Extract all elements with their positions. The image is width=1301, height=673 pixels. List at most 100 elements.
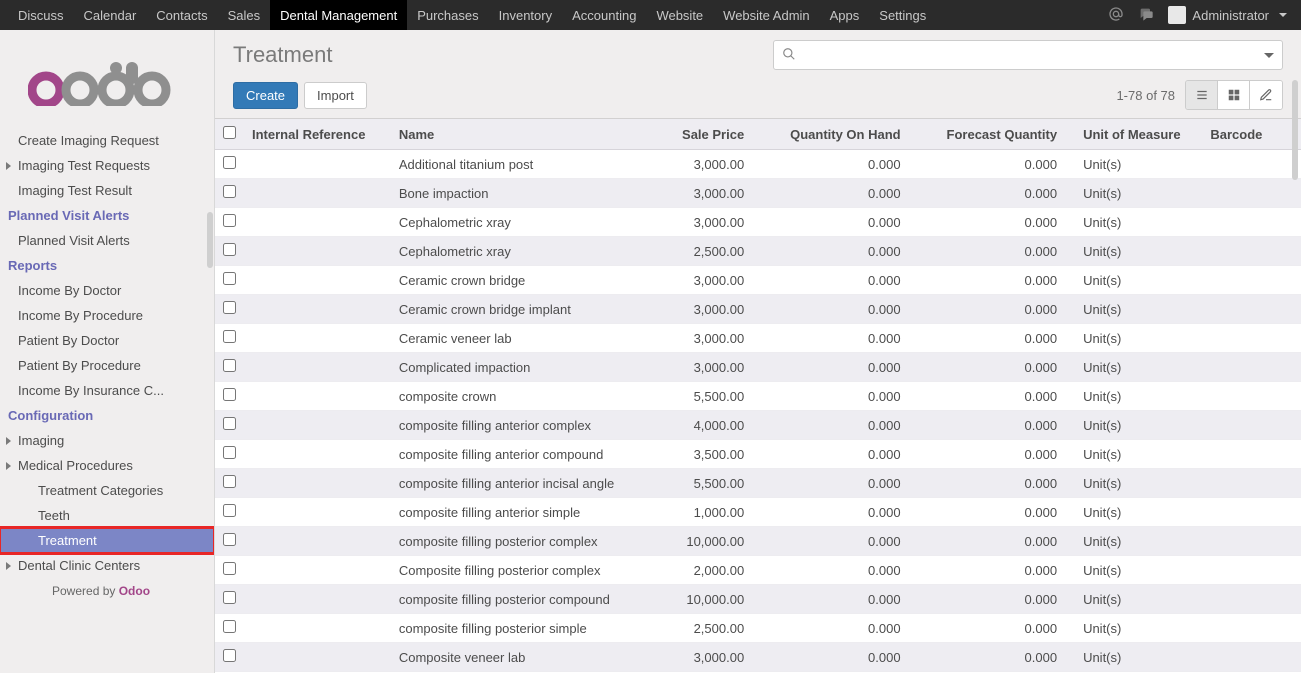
cell-sale-price: 3,000.00 [634, 643, 762, 672]
search-input[interactable] [773, 40, 1283, 70]
topmenu-inventory[interactable]: Inventory [489, 0, 562, 30]
table-row[interactable]: Ceramic crown bridge3,000.000.0000.000Un… [215, 266, 1301, 295]
sidebar-item-create-imaging-request[interactable]: Create Imaging Request [0, 128, 214, 153]
table-row[interactable]: composite filling anterior incisal angle… [215, 469, 1301, 498]
sidebar-item-medical-procedures[interactable]: Medical Procedures [0, 453, 214, 478]
table-row[interactable]: composite filling posterior simple2,500.… [215, 614, 1301, 643]
table-row[interactable]: composite filling anterior compound3,500… [215, 440, 1301, 469]
table-row[interactable]: Composite filling posterior complex2,000… [215, 556, 1301, 585]
search-caret-icon[interactable] [1264, 53, 1274, 58]
row-checkbox[interactable] [223, 214, 236, 227]
row-checkbox[interactable] [223, 446, 236, 459]
row-checkbox[interactable] [223, 272, 236, 285]
row-checkbox[interactable] [223, 504, 236, 517]
table-row[interactable]: Ceramic veneer lab3,000.000.0000.000Unit… [215, 324, 1301, 353]
treatment-table: Internal Reference Name Sale Price Quant… [215, 119, 1301, 672]
table-row[interactable]: composite filling posterior compound10,0… [215, 585, 1301, 614]
row-checkbox[interactable] [223, 301, 236, 314]
row-checkbox[interactable] [223, 330, 236, 343]
col-internal-reference[interactable]: Internal Reference [244, 119, 391, 150]
topmenu-purchases[interactable]: Purchases [407, 0, 488, 30]
cell-uom: Unit(s) [1075, 643, 1202, 672]
topmenu-contacts[interactable]: Contacts [146, 0, 217, 30]
cell-uom: Unit(s) [1075, 179, 1202, 208]
sidebar-item-patient-by-doctor[interactable]: Patient By Doctor [0, 328, 214, 353]
cell-name: Composite filling posterior complex [391, 556, 634, 585]
table-row[interactable]: Bone impaction3,000.000.0000.000Unit(s) [215, 179, 1301, 208]
table-row[interactable]: composite filling posterior complex10,00… [215, 527, 1301, 556]
cell-barcode [1202, 614, 1301, 643]
select-all-checkbox[interactable] [223, 126, 236, 139]
create-button[interactable]: Create [233, 82, 298, 109]
row-checkbox[interactable] [223, 243, 236, 256]
cell-uom: Unit(s) [1075, 237, 1202, 266]
cell-name: composite filling posterior compound [391, 585, 634, 614]
sidebar-item-patient-by-procedure[interactable]: Patient By Procedure [0, 353, 214, 378]
row-checkbox[interactable] [223, 591, 236, 604]
form-view-button[interactable] [1250, 81, 1282, 109]
sidebar-item-income-by-doctor[interactable]: Income By Doctor [0, 278, 214, 303]
topmenu-apps[interactable]: Apps [820, 0, 870, 30]
cell-internal-reference [244, 237, 391, 266]
topmenu-calendar[interactable]: Calendar [74, 0, 147, 30]
row-checkbox[interactable] [223, 417, 236, 430]
col-sale-price[interactable]: Sale Price [634, 119, 762, 150]
sidebar-item-income-by-insurance-c-[interactable]: Income By Insurance C... [0, 378, 214, 403]
sidebar-item-imaging[interactable]: Imaging [0, 428, 214, 453]
row-checkbox[interactable] [223, 533, 236, 546]
cell-name: composite filling posterior complex [391, 527, 634, 556]
chat-icon[interactable] [1138, 6, 1154, 25]
row-checkbox[interactable] [223, 562, 236, 575]
col-qty-on-hand[interactable]: Quantity On Hand [762, 119, 918, 150]
search-field[interactable] [802, 48, 1264, 63]
sidebar-item-dental-clinic-centers[interactable]: Dental Clinic Centers [0, 553, 214, 578]
row-checkbox[interactable] [223, 620, 236, 633]
cell-internal-reference [244, 295, 391, 324]
sidebar-item-planned-visit-alerts: Planned Visit Alerts [0, 203, 214, 228]
table-row[interactable]: Ceramic crown bridge implant3,000.000.00… [215, 295, 1301, 324]
topmenu-sales[interactable]: Sales [218, 0, 271, 30]
topmenu-settings[interactable]: Settings [869, 0, 936, 30]
row-checkbox[interactable] [223, 185, 236, 198]
table-row[interactable]: Complicated impaction3,000.000.0000.000U… [215, 353, 1301, 382]
topmenu-website-admin[interactable]: Website Admin [713, 0, 819, 30]
row-checkbox[interactable] [223, 475, 236, 488]
row-checkbox[interactable] [223, 388, 236, 401]
user-menu[interactable]: Administrator [1168, 6, 1287, 24]
sidebar-item-teeth[interactable]: Teeth [0, 503, 214, 528]
topmenu-dental-management[interactable]: Dental Management [270, 0, 407, 30]
table-row[interactable]: composite filling anterior complex4,000.… [215, 411, 1301, 440]
at-icon[interactable] [1108, 6, 1124, 25]
sidebar-scroll-handle[interactable] [206, 80, 214, 400]
topmenu-website[interactable]: Website [646, 0, 713, 30]
col-uom[interactable]: Unit of Measure [1075, 119, 1202, 150]
cell-internal-reference [244, 353, 391, 382]
table-row[interactable]: composite filling anterior simple1,000.0… [215, 498, 1301, 527]
main-scroll-handle[interactable] [1291, 80, 1299, 180]
col-name[interactable]: Name [391, 119, 634, 150]
sidebar-item-treatment-categories[interactable]: Treatment Categories [0, 478, 214, 503]
sidebar-item-planned-visit-alerts[interactable]: Planned Visit Alerts [0, 228, 214, 253]
table-row[interactable]: Cephalometric xray3,000.000.0000.000Unit… [215, 208, 1301, 237]
cell-barcode [1202, 382, 1301, 411]
table-row[interactable]: Composite veneer lab3,000.000.0000.000Un… [215, 643, 1301, 672]
sidebar-item-imaging-test-requests[interactable]: Imaging Test Requests [0, 153, 214, 178]
table-row[interactable]: Cephalometric xray2,500.000.0000.000Unit… [215, 237, 1301, 266]
table-row[interactable]: Additional titanium post3,000.000.0000.0… [215, 150, 1301, 179]
topmenu-accounting[interactable]: Accounting [562, 0, 646, 30]
import-button[interactable]: Import [304, 82, 367, 109]
page-title: Treatment [233, 42, 332, 68]
row-checkbox[interactable] [223, 359, 236, 372]
sidebar-item-income-by-procedure[interactable]: Income By Procedure [0, 303, 214, 328]
sidebar-item-imaging-test-result[interactable]: Imaging Test Result [0, 178, 214, 203]
col-barcode[interactable]: Barcode [1202, 119, 1301, 150]
col-forecast-qty[interactable]: Forecast Quantity [919, 119, 1075, 150]
row-checkbox[interactable] [223, 156, 236, 169]
topmenu-discuss[interactable]: Discuss [8, 0, 74, 30]
row-checkbox[interactable] [223, 649, 236, 662]
pager-text[interactable]: 1-78 of 78 [1116, 88, 1175, 103]
sidebar-item-treatment[interactable]: Treatment [0, 528, 214, 553]
list-view-button[interactable] [1186, 81, 1218, 109]
table-row[interactable]: composite crown5,500.000.0000.000Unit(s) [215, 382, 1301, 411]
kanban-view-button[interactable] [1218, 81, 1250, 109]
